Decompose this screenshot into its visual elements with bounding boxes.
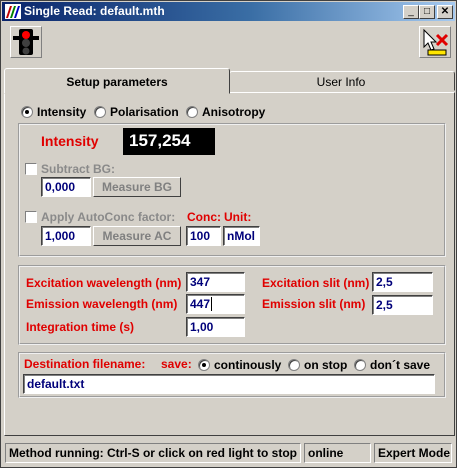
tab-setup-parameters-label: Setup parameters xyxy=(66,75,168,89)
maximize-button[interactable]: □ xyxy=(419,5,435,19)
emission-slit-label: Emission slit (nm) xyxy=(262,297,366,311)
radio-intensity[interactable] xyxy=(21,106,33,118)
status-connection: online xyxy=(304,443,371,463)
excitation-wavelength-field[interactable]: 347 xyxy=(186,272,245,292)
close-button[interactable]: ✕ xyxy=(437,5,453,19)
window-title: Single Read: default.mth xyxy=(24,4,165,18)
measure-bg-button[interactable]: Measure BG xyxy=(93,177,181,197)
intensity-value-display: 157,254 xyxy=(123,128,215,155)
conc-label: Conc: xyxy=(187,210,221,224)
integration-time-label: Integration time (s) xyxy=(26,320,135,334)
tab-user-info[interactable]: User Info xyxy=(229,71,455,91)
conc-field[interactable]: 100 xyxy=(186,226,221,246)
radio-dont-save-label[interactable]: don´t save xyxy=(370,358,430,372)
traffic-light-button[interactable] xyxy=(10,26,42,58)
subtract-bg-field[interactable]: 0,000 xyxy=(41,177,91,197)
status-mode: Expert Mode xyxy=(374,443,452,463)
tab-page: Intensity Polarisation Anisotropy Intens… xyxy=(4,92,455,436)
intensity-label: Intensity xyxy=(41,133,99,149)
apply-autoconc-label: Apply AutoConc factor: xyxy=(41,210,176,224)
radio-save-continously[interactable] xyxy=(198,359,210,371)
excitation-slit-field[interactable]: 2,5 xyxy=(372,272,433,292)
minimize-button[interactable]: _ xyxy=(403,5,419,19)
tab-setup-parameters[interactable]: Setup parameters xyxy=(4,68,230,94)
emission-wavelength-field[interactable]: 447 xyxy=(186,294,245,314)
excitation-slit-label: Excitation slit (nm) xyxy=(262,276,370,290)
radio-intensity-label[interactable]: Intensity xyxy=(37,105,86,119)
unit-label: Unit: xyxy=(224,210,252,224)
subtract-bg-checkbox[interactable] xyxy=(25,163,37,175)
app-icon xyxy=(5,4,21,19)
emission-wavelength-label: Emission wavelength (nm) xyxy=(26,297,178,311)
radio-anisotropy[interactable] xyxy=(186,106,198,118)
measure-ac-button[interactable]: Measure AC xyxy=(93,226,181,246)
tab-user-info-label: User Info xyxy=(316,75,366,89)
radio-save-on-stop[interactable] xyxy=(288,359,300,371)
destination-filename-label: Destination filename: xyxy=(24,357,146,371)
radio-polarisation[interactable] xyxy=(94,106,106,118)
apply-autoconc-checkbox[interactable] xyxy=(25,211,37,223)
autoconc-factor-field[interactable]: 1,000 xyxy=(41,226,91,246)
save-label: save: xyxy=(161,357,192,371)
radio-polarisation-label[interactable]: Polarisation xyxy=(110,105,179,119)
text-cursor xyxy=(211,297,212,311)
destination-filename-field[interactable]: default.txt xyxy=(23,374,435,394)
main-window: Single Read: default.mth _ □ ✕ User Info… xyxy=(0,0,457,468)
title-bar[interactable]: Single Read: default.mth _ □ ✕ xyxy=(2,2,455,21)
status-message: Method running: Ctrl-S or click on red l… xyxy=(5,443,301,463)
exit-pointer-icon xyxy=(423,28,449,56)
excitation-wavelength-label: Excitation wavelength (nm) xyxy=(26,276,182,290)
radio-save-continously-label[interactable]: continously xyxy=(214,358,281,372)
exit-button[interactable] xyxy=(419,26,451,58)
emission-slit-field[interactable]: 2,5 xyxy=(372,295,433,315)
subtract-bg-label: Subtract BG: xyxy=(41,162,116,176)
radio-save-on-stop-label[interactable]: on stop xyxy=(304,358,347,372)
integration-time-field[interactable]: 1,00 xyxy=(186,317,245,337)
radio-dont-save[interactable] xyxy=(354,359,366,371)
unit-field[interactable]: nMol xyxy=(223,226,260,246)
radio-anisotropy-label[interactable]: Anisotropy xyxy=(202,105,265,119)
traffic-light-icon xyxy=(13,29,39,55)
